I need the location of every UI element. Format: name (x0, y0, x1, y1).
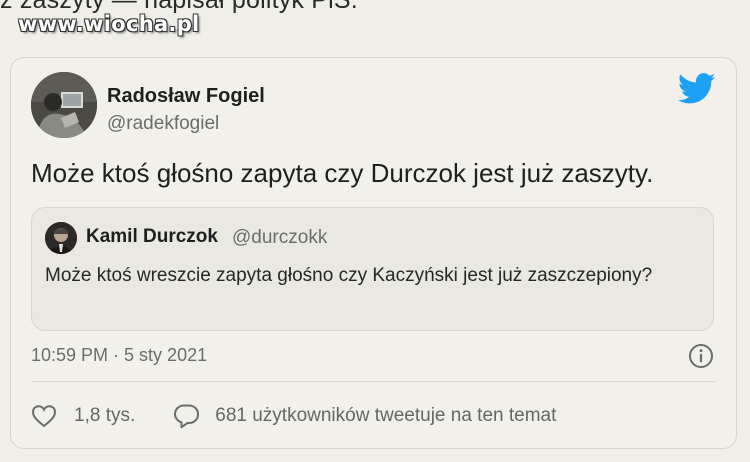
quoted-author-avatar[interactable] (45, 222, 77, 254)
quoted-author-handle[interactable]: @durczokk (232, 227, 327, 249)
like-action[interactable]: 1,8 tys. (31, 404, 135, 428)
heart-icon[interactable] (31, 404, 57, 428)
quoted-author-name[interactable]: Kamil Durczok (86, 226, 218, 248)
tweet-timestamp[interactable]: 10:59 PM · 5 sty 2021 (31, 345, 207, 366)
author-avatar-photo (31, 72, 97, 138)
tweet-text: Może ktoś głośno zapyta czy Durczok jest… (31, 158, 654, 188)
replies-text: 681 użytkowników tweetuje na ten temat (215, 405, 557, 426)
info-icon[interactable] (688, 343, 714, 369)
speech-bubble-icon[interactable] (173, 403, 200, 429)
quoted-tweet[interactable]: Kamil Durczok @durczokk Może ktoś wreszc… (31, 207, 714, 331)
like-count: 1,8 tys. (74, 405, 136, 426)
engagement-row: 1,8 tys. 681 użytkowników tweetuje na te… (31, 403, 556, 429)
twitter-bird-icon[interactable] (678, 72, 716, 106)
quoted-avatar-photo (45, 222, 77, 254)
author-handle[interactable]: @radekfogiel (107, 113, 219, 135)
author-avatar[interactable] (31, 72, 97, 138)
author-name[interactable]: Radosław Fogiel (107, 85, 265, 108)
reply-action[interactable]: 681 użytkowników tweetuje na ten temat (135, 403, 556, 429)
watermark: www.wiocha.pl (18, 12, 200, 36)
divider (31, 381, 716, 382)
quoted-tweet-text: Może ktoś wreszcie zapyta głośno czy Kac… (45, 265, 653, 286)
embedded-tweet-card[interactable]: Radosław Fogiel @radekfogiel Może ktoś g… (10, 57, 737, 449)
